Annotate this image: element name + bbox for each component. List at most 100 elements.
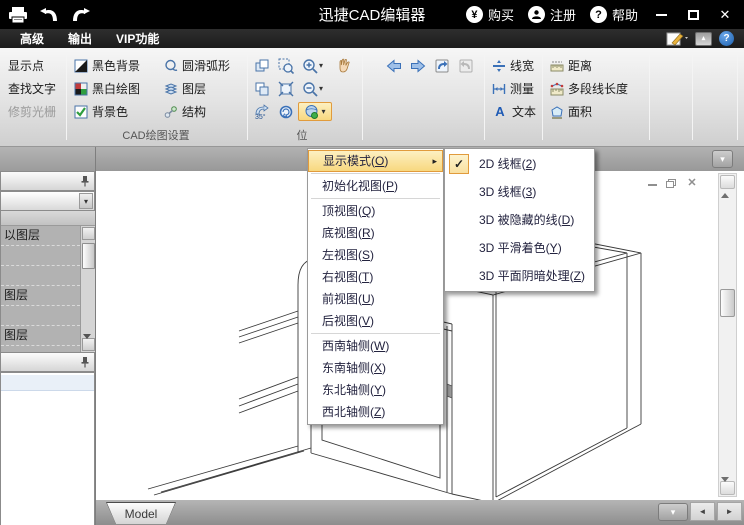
menu-output[interactable]: 输出 — [56, 29, 104, 48]
property-row[interactable]: 图层 — [1, 326, 80, 346]
ribbon: 显示点 查找文字 修剪光栅 黑色背景 黑白绘图 背景色 圆滑弧形 图层 结构 C… — [0, 48, 744, 147]
bw-drawing-icon — [74, 82, 88, 95]
rotate-35-icon[interactable]: 35° — [252, 102, 272, 121]
menu-item-O[interactable]: 显示模式(O) ▸ — [308, 150, 443, 172]
second-panel-header[interactable] — [0, 352, 95, 372]
copy-objects-icon[interactable] — [252, 56, 272, 75]
help-icon[interactable]: ? — [719, 31, 734, 46]
edit-note-icon[interactable] — [666, 31, 688, 46]
zoom-window-icon[interactable] — [276, 56, 296, 75]
selection-combobox[interactable]: ▾ — [0, 191, 95, 211]
menu-item-Z[interactable]: 西北轴侧(Z) — [308, 401, 443, 423]
menu-item-W[interactable]: 西南轴侧(W) — [308, 335, 443, 357]
previous-view-icon[interactable] — [384, 56, 404, 75]
canvas-collapse-icon[interactable]: ▾ — [712, 150, 733, 168]
next-view-icon[interactable] — [408, 56, 428, 75]
measure-button[interactable]: 测量 — [492, 79, 534, 98]
register-button[interactable]: 注册 — [527, 5, 576, 24]
paste-objects-icon[interactable] — [252, 79, 272, 98]
menu-item-U[interactable]: 前视图(U) — [308, 288, 443, 310]
vscroll-up-button[interactable] — [720, 175, 735, 198]
pin-icon[interactable] — [80, 175, 90, 187]
doc-minimize-icon[interactable] — [645, 176, 659, 188]
menu-item-S[interactable]: 左视图(S) — [308, 244, 443, 266]
submenu-item-3[interactable]: 3D 线框(3) — [445, 178, 594, 206]
find-text-button[interactable]: 查找文字 — [8, 79, 56, 98]
submenu-item-Z[interactable]: 3D 平面阴暗处理(Z) — [445, 262, 594, 290]
buy-button[interactable]: ¥ 购买 — [465, 5, 514, 24]
zoom-extents-icon[interactable] — [276, 79, 296, 98]
tabbar-collapse-icon[interactable]: ▾ — [658, 503, 688, 521]
group-label-position: 位 — [296, 130, 308, 142]
smooth-arc-button[interactable]: 圆滑弧形 — [164, 56, 230, 75]
zoom-out-button[interactable]: ▾ — [300, 79, 332, 98]
vertical-scrollbar[interactable] — [718, 173, 737, 499]
vscroll-thumb[interactable] — [720, 289, 735, 317]
close-button[interactable]: ✕ — [716, 6, 734, 24]
doc-close-icon[interactable]: ✕ — [685, 176, 699, 189]
zoom-in-button[interactable]: ▾ — [300, 56, 332, 75]
properties-panel-header[interactable] — [0, 171, 95, 191]
background-color-button[interactable]: 背景色 — [74, 102, 128, 121]
menu-separator — [311, 333, 440, 334]
layers-button[interactable]: 图层 — [164, 79, 206, 98]
submenu-item-Y[interactable]: 3D 平滑着色(Y) — [445, 234, 594, 262]
submenu-item-2[interactable]: ✓ 2D 线框(2) — [445, 150, 594, 178]
property-row[interactable]: 以图层 — [1, 226, 80, 246]
text-button[interactable]: A 文本 — [492, 102, 536, 121]
structure-button[interactable]: 结构 — [164, 102, 206, 121]
scroll-thumb[interactable] — [82, 243, 95, 269]
menu-vip[interactable]: VIP功能 — [104, 29, 171, 48]
polyline-length-button[interactable]: 多段线长度 — [550, 79, 628, 98]
display-mode-icon — [305, 104, 319, 119]
property-row[interactable]: 图层 — [1, 286, 80, 306]
doc-restore-icon[interactable] — [665, 176, 679, 188]
menu-item-V[interactable]: 后视图(V) — [308, 310, 443, 332]
print-icon[interactable] — [8, 6, 28, 24]
property-row[interactable] — [1, 246, 80, 266]
bw-drawing-button[interactable]: 黑白绘图 — [74, 79, 140, 98]
display-mode-button[interactable]: ▾ — [298, 102, 332, 121]
property-row[interactable] — [1, 306, 80, 326]
property-row[interactable] — [1, 266, 80, 286]
area-button[interactable]: 面积 — [550, 102, 592, 121]
maximize-button[interactable] — [684, 6, 702, 24]
combo-dropdown-icon[interactable]: ▾ — [79, 193, 93, 209]
second-panel-body — [0, 372, 95, 525]
ribbon-separator — [484, 52, 485, 140]
scroll-up-button[interactable] — [82, 227, 95, 250]
svg-text:35°: 35° — [255, 113, 266, 120]
vscroll-down-button[interactable] — [720, 477, 735, 499]
menu-item-Y[interactable]: 东北轴侧(Y) — [308, 379, 443, 401]
pin-icon[interactable] — [80, 356, 90, 368]
restore-view-icon[interactable] — [432, 56, 452, 75]
trim-raster-button: 修剪光栅 — [8, 105, 57, 119]
menu-item-R[interactable]: 底视图(R) — [308, 222, 443, 244]
selected-row[interactable] — [1, 375, 94, 391]
background-color-icon — [74, 105, 88, 118]
menu-item-Q[interactable]: 顶视图(Q) — [308, 200, 443, 222]
distance-button[interactable]: 距离 — [550, 56, 592, 75]
ribbon-separator — [66, 52, 67, 140]
title-bar: 迅捷CAD编辑器 ¥ 购买 注册 ? 帮助 ✕ — [0, 0, 744, 29]
line-width-button[interactable]: 线宽 — [492, 56, 534, 75]
hscroll-left-button[interactable]: ◄ — [690, 502, 715, 521]
properties-scrollbar[interactable] — [80, 226, 95, 352]
black-background-button[interactable]: 黑色背景 — [74, 56, 140, 75]
menu-item-P[interactable]: 初始化视图(P) — [308, 175, 443, 197]
menu-item-X[interactable]: 东南轴侧(X) — [308, 357, 443, 379]
help-button[interactable]: ? 帮助 — [589, 5, 638, 24]
model-tab[interactable]: Model — [106, 502, 176, 524]
hscroll-right-button[interactable]: ► — [717, 502, 742, 521]
minimize-button[interactable] — [652, 6, 670, 24]
pan-icon[interactable] — [334, 56, 354, 75]
scroll-down-button[interactable] — [82, 334, 95, 352]
undo-icon[interactable] — [38, 6, 60, 24]
menu-advanced[interactable]: 高级 — [8, 29, 56, 48]
zoom-previous-icon[interactable] — [276, 102, 296, 121]
show-points-button[interactable]: 显示点 — [8, 56, 44, 75]
submenu-item-D[interactable]: 3D 被隐藏的线(D) — [445, 206, 594, 234]
menu-item-T[interactable]: 右视图(T) — [308, 266, 443, 288]
collapse-ribbon-icon[interactable]: ▾ — [695, 31, 712, 46]
redo-icon[interactable] — [70, 6, 92, 24]
